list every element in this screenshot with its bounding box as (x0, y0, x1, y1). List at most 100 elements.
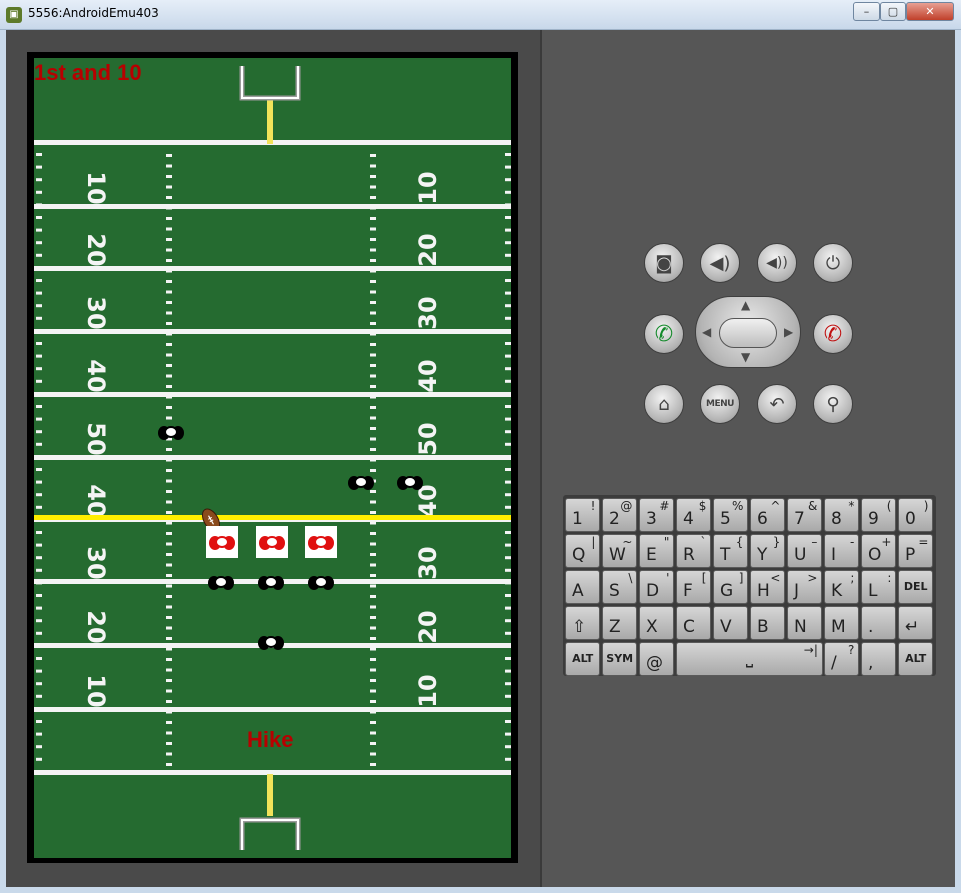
key-comma[interactable]: , (861, 642, 897, 676)
key-q[interactable]: Q | (565, 534, 601, 568)
key-j-alt-label: > (807, 571, 818, 585)
key-b[interactable]: B (750, 606, 786, 640)
power-button[interactable]: ⏻ (813, 243, 853, 283)
dpad-down-icon[interactable]: ▼ (741, 350, 750, 364)
call-button[interactable]: ✆ (644, 314, 684, 354)
key-s[interactable]: S \ (602, 570, 638, 604)
key-r[interactable]: R ` (676, 534, 712, 568)
search-button[interactable]: ⚲ (813, 384, 853, 424)
key-8[interactable]: 8 * (824, 498, 860, 532)
key-6[interactable]: 6 ^ (750, 498, 786, 532)
key-5[interactable]: 5% (713, 498, 749, 532)
close-button[interactable]: ✕ (906, 2, 954, 21)
dpad-center-button[interactable] (719, 318, 777, 348)
key-alt-right[interactable]: ALT (898, 642, 934, 676)
dpad-right-icon[interactable]: ▶ (784, 325, 793, 339)
key-e[interactable]: E " (639, 534, 675, 568)
hash-mark (166, 322, 172, 325)
sideline-tick (36, 581, 42, 585)
volume-down-button[interactable]: ◀) (700, 243, 740, 283)
dpad-up-icon[interactable]: ▲ (741, 298, 750, 312)
player-helmet[interactable] (158, 426, 184, 440)
key-slash[interactable]: /? (824, 642, 860, 676)
key-m[interactable]: M (824, 606, 860, 640)
volume-up-button[interactable]: ◀)) (757, 243, 797, 283)
key-4[interactable]: 4 $ (676, 498, 712, 532)
key-p[interactable]: P = (898, 534, 934, 568)
offensive-lineman[interactable] (308, 536, 334, 550)
key-3[interactable]: 3 # (639, 498, 675, 532)
player-helmet[interactable] (397, 476, 423, 490)
key-period[interactable]: . (861, 606, 897, 640)
key-o[interactable]: O + (861, 534, 897, 568)
hash-mark (370, 626, 376, 630)
player-helmet[interactable] (348, 476, 374, 490)
key-w[interactable]: W ~ (602, 534, 638, 568)
home-button[interactable]: ⌂ (644, 384, 684, 424)
key-9[interactable]: 9( (861, 498, 897, 532)
key-a[interactable]: A (565, 570, 601, 604)
key-u[interactable]: U – (787, 534, 823, 568)
player-helmet[interactable] (308, 576, 334, 590)
menu-button[interactable]: MENU (700, 384, 740, 424)
hash-mark (370, 595, 376, 598)
camera-button[interactable]: ◙ (644, 243, 684, 283)
key-at[interactable]: @ (639, 642, 675, 676)
player-helmet[interactable] (208, 576, 234, 590)
key-9-alt-label: ( (886, 499, 892, 513)
hash-mark (166, 721, 172, 724)
key-g[interactable]: G] (713, 570, 749, 604)
hike-button[interactable]: Hike (247, 727, 293, 753)
player-helmet[interactable] (258, 576, 284, 590)
key-h[interactable]: H < (750, 570, 786, 604)
key-alt-left[interactable]: ALT (565, 642, 601, 676)
hash-mark (166, 574, 172, 577)
key-k[interactable]: K; (824, 570, 860, 604)
key-0[interactable]: 0) (898, 498, 934, 532)
offensive-lineman[interactable] (209, 536, 235, 550)
key-c[interactable]: C (676, 606, 712, 640)
key-7[interactable]: 7 & (787, 498, 823, 532)
hash-mark (166, 563, 172, 567)
yard-number-right: 30 (414, 546, 442, 579)
hash-mark (166, 238, 172, 241)
hash-mark (166, 658, 172, 661)
key-v[interactable]: V (713, 606, 749, 640)
sideline-tick (36, 379, 42, 383)
key-y[interactable]: Y} (750, 534, 786, 568)
hash-mark (370, 322, 376, 325)
sideline-tick (505, 606, 511, 610)
key-space[interactable]: ⎵ →| (676, 642, 823, 676)
key-t[interactable]: T{ (713, 534, 749, 568)
end-call-button[interactable]: ✆ (813, 314, 853, 354)
key-8-alt-label: * (848, 499, 855, 513)
key-f[interactable]: F[ (676, 570, 712, 604)
key-shift[interactable]: ⇧ (565, 606, 601, 640)
key-t-alt-label: { (735, 535, 744, 549)
key-2[interactable]: 2 @ (602, 498, 638, 532)
key-x[interactable]: X (639, 606, 675, 640)
dpad-left-icon[interactable]: ◀ (702, 325, 711, 339)
hardware-keyboard: 1! 2 @3 #4 $5% 6 ^ 7 & 8 * 9(0) Q | W ~ E " R ` T{Y} U – I - O + P =… (563, 495, 936, 676)
key-j[interactable]: J > (787, 570, 823, 604)
title-bar[interactable]: ▣ 5556:AndroidEmu403 – ▢ ✕ (0, 0, 961, 30)
key-l[interactable]: L: (861, 570, 897, 604)
player-helmet[interactable] (258, 636, 284, 650)
key-n[interactable]: N (787, 606, 823, 640)
key-i[interactable]: I- (824, 534, 860, 568)
key-d[interactable]: D ' (639, 570, 675, 604)
minimize-button[interactable]: – (853, 2, 880, 21)
key-del[interactable]: DEL (898, 570, 934, 604)
sideline-tick (36, 392, 42, 396)
key-sym[interactable]: SYM (602, 642, 638, 676)
back-button[interactable]: ↶ (757, 384, 797, 424)
sideline-tick (36, 165, 42, 169)
key-enter[interactable]: ↵ (898, 606, 934, 640)
key-y-alt-label: } (772, 535, 781, 549)
key-1[interactable]: 1! (565, 498, 601, 532)
key-z[interactable]: Z (602, 606, 638, 640)
maximize-button[interactable]: ▢ (880, 2, 906, 21)
key-5-alt-label: % (731, 499, 744, 513)
key-2-alt-label: @ (620, 499, 633, 513)
offensive-lineman[interactable] (259, 536, 285, 550)
